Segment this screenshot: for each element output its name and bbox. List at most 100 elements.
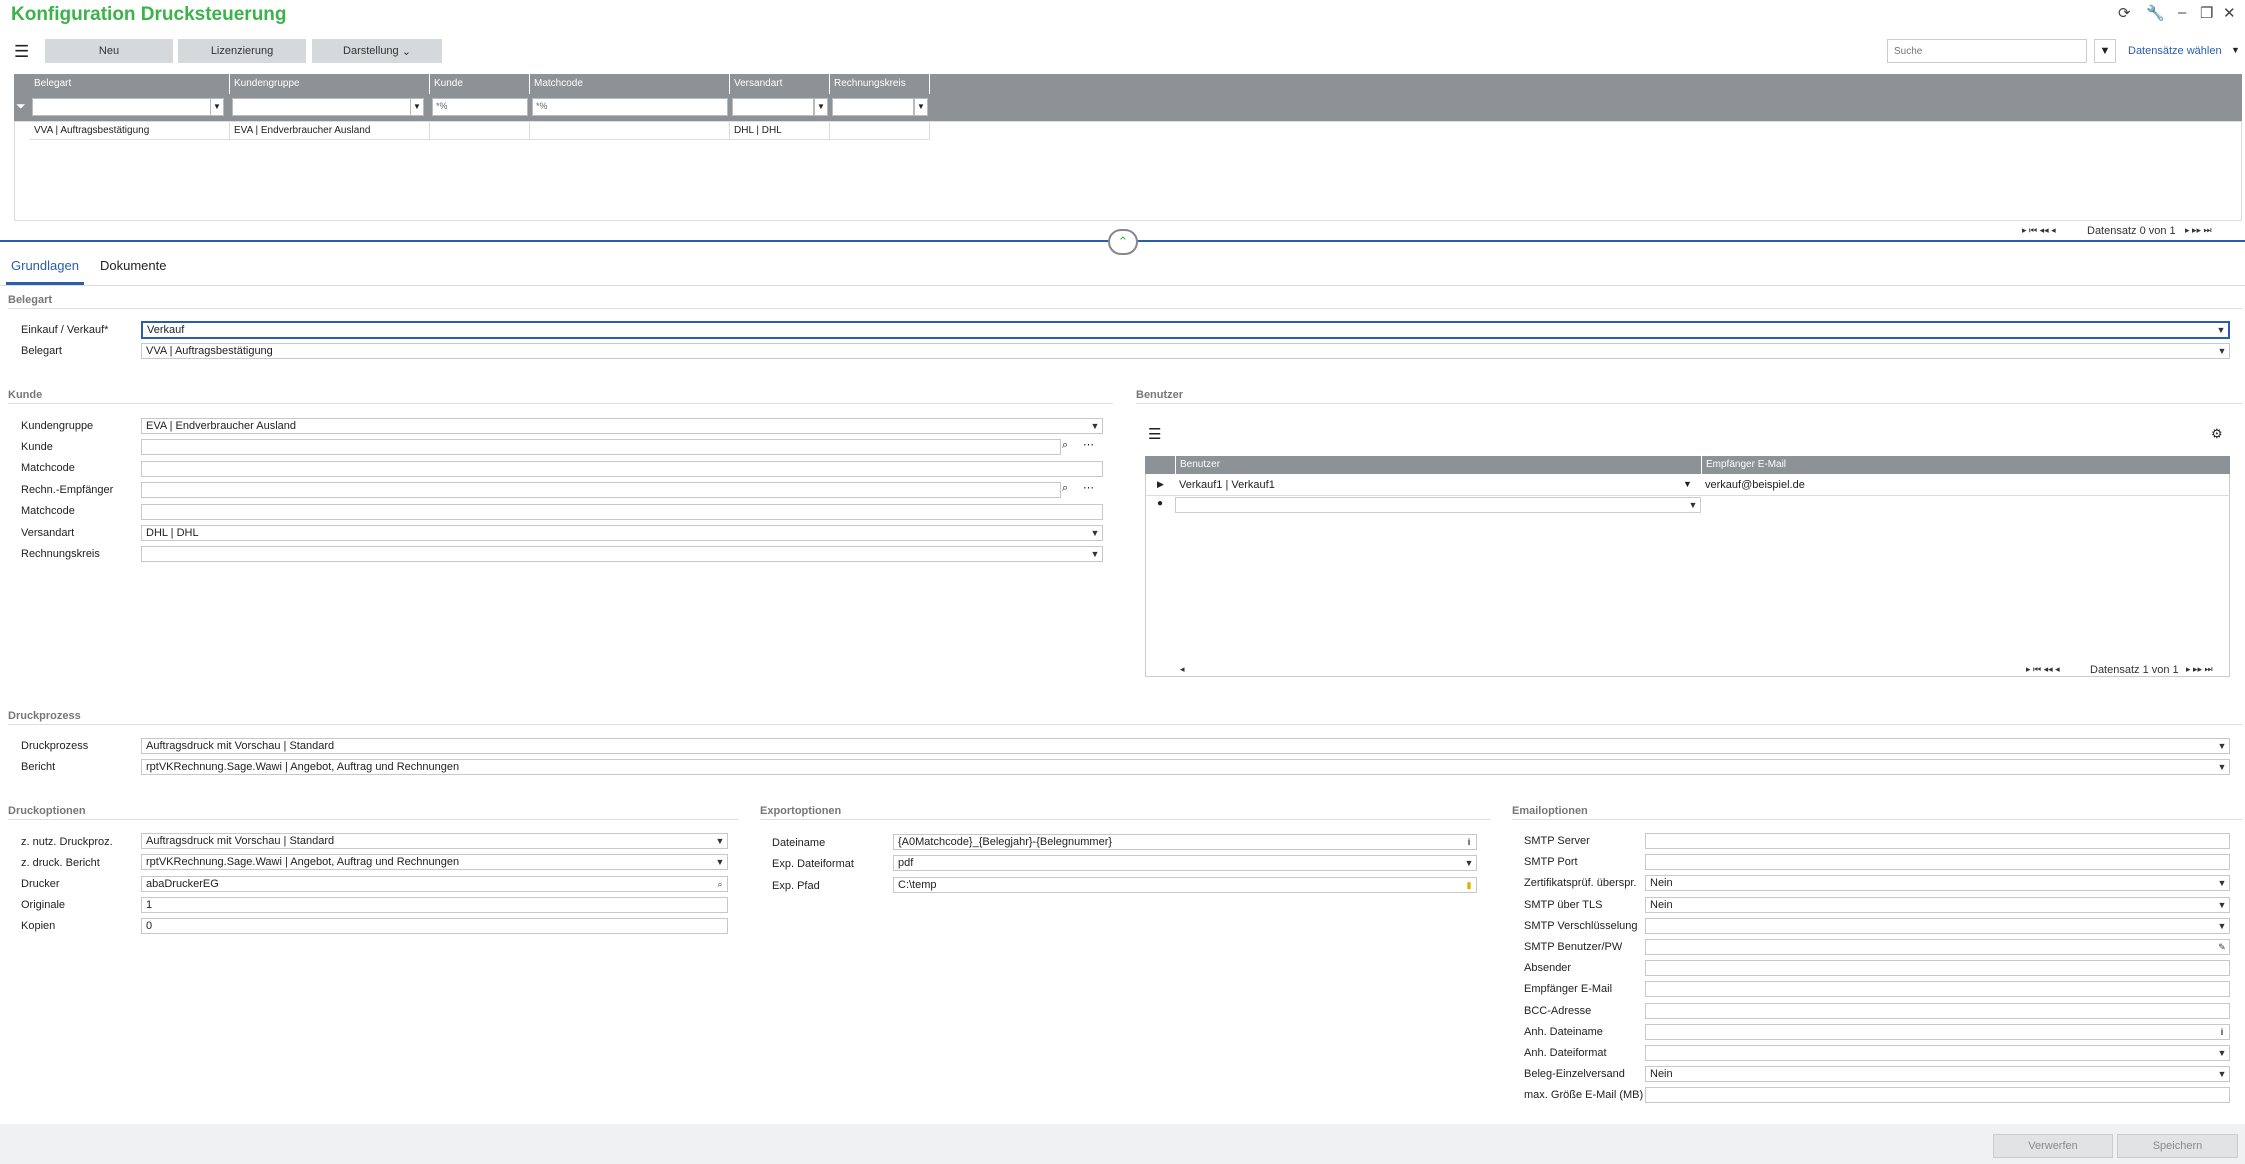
dropdown-arrow-icon[interactable]: ▼ <box>1687 499 1699 511</box>
druckproz-select[interactable]: Auftragsdruck mit Vorschau | Standard ▼ <box>141 833 728 849</box>
kunde-input[interactable] <box>141 439 1061 455</box>
darstellung-button[interactable]: Darstellung ⌄ <box>312 39 442 63</box>
minimize-icon[interactable]: – <box>2178 4 2186 21</box>
email-field-input[interactable] <box>1645 833 2230 849</box>
email-field-input[interactable]: ✎ <box>1645 939 2230 955</box>
versandart-select[interactable]: DHL | DHL ▼ <box>141 525 1103 541</box>
new-row-benutzer[interactable]: ▼ <box>1175 497 1701 513</box>
gear-icon[interactable]: ⚙ <box>2211 426 2223 442</box>
kopien-input[interactable]: 0 <box>141 918 728 934</box>
search-icon[interactable]: ⌕ <box>1062 439 1068 452</box>
table-cell[interactable] <box>830 121 930 140</box>
email-field-input[interactable] <box>1645 1002 2230 1019</box>
dropdown-arrow-icon[interactable]: ▼ <box>2216 899 2228 911</box>
col-belegart[interactable]: Belegart <box>30 74 230 94</box>
col-empfaenger[interactable]: Empfänger E-Mail <box>1701 456 2230 474</box>
filter-dropdown-icon[interactable]: ▼ <box>410 98 424 116</box>
filter-icon[interactable]: ▼ <box>2094 39 2116 63</box>
col-kundengruppe[interactable]: Kundengruppe <box>230 74 430 94</box>
menu-icon[interactable]: ☰ <box>1148 425 1161 443</box>
filter-kunde[interactable]: *% <box>432 98 528 116</box>
email-field-input[interactable]: Nein ▼ <box>1645 1066 2230 1083</box>
info-icon[interactable]: i <box>2216 1026 2228 1038</box>
filter-matchcode[interactable]: *% <box>532 98 728 116</box>
pager-next-icon[interactable]: ▸ ▸▸ ⏭ <box>2186 664 2213 675</box>
filter-kundengruppe[interactable] <box>232 98 412 116</box>
table-cell[interactable]: verkauf@beispiel.de <box>1705 479 1805 491</box>
dropdown-arrow-icon[interactable]: ▼ <box>2216 345 2228 357</box>
email-field-input[interactable]: Nein ▼ <box>1645 875 2230 892</box>
dropdown-arrow-icon[interactable]: ▼ <box>2216 1068 2228 1080</box>
dropdown-arrow-icon[interactable]: ▼ <box>2216 877 2228 889</box>
filter-dropdown-icon[interactable]: ▼ <box>814 98 828 116</box>
dropdown-arrow-icon[interactable]: ▼ <box>1089 527 1101 539</box>
dropdown-arrow-icon[interactable]: ▼ <box>1089 548 1101 560</box>
druck-bericht-select[interactable]: rptVKRechnung.Sage.Wawi | Angebot, Auftr… <box>141 854 728 870</box>
dropdown-arrow-icon[interactable]: ▼ <box>2215 324 2227 336</box>
email-field-input[interactable] <box>1645 1087 2230 1104</box>
email-field-input[interactable]: ▼ <box>1645 917 2230 934</box>
rechnungskreis-select[interactable]: ▼ <box>141 546 1103 562</box>
scroll-left-icon[interactable]: ◂ <box>1180 664 1185 675</box>
belegart-select[interactable]: VVA | Auftragsbestätigung ▼ <box>141 343 2230 359</box>
search-icon[interactable]: ⌕ <box>714 878 726 890</box>
table-cell[interactable]: DHL | DHL <box>730 121 830 140</box>
lizenzierung-button[interactable]: Lizenzierung <box>178 39 306 63</box>
dropdown-arrow-icon[interactable]: ▼ <box>2216 740 2228 752</box>
email-field-input[interactable]: i <box>1645 1023 2230 1040</box>
email-field-input[interactable] <box>1645 981 2230 998</box>
menu-icon[interactable]: ☰ <box>14 42 29 62</box>
search-icon[interactable]: ⌕ <box>1062 482 1068 495</box>
dateiname-input[interactable]: {A0Matchcode}_{Belegjahr}-{Belegnummer} i <box>893 834 1477 850</box>
druckprozess-select[interactable]: Auftragsdruck mit Vorschau | Standard ▼ <box>141 738 2230 754</box>
caret-down-icon[interactable]: ▼ <box>2231 45 2240 55</box>
table-cell[interactable] <box>430 121 530 140</box>
drucker-input[interactable]: abaDruckerEG ⌕ <box>141 876 728 892</box>
table-cell[interactable]: EVA | Endverbraucher Ausland <box>230 121 430 140</box>
neu-button[interactable]: Neu <box>45 39 173 63</box>
speichern-button[interactable]: Speichern <box>2117 1134 2238 1158</box>
dropdown-arrow-icon[interactable]: ▼ <box>1463 857 1475 869</box>
email-field-input[interactable] <box>1645 854 2230 871</box>
dateiformat-select[interactable]: pdf ▼ <box>893 855 1477 871</box>
tab-dokumente[interactable]: Dokumente <box>100 258 166 273</box>
dropdown-arrow-icon[interactable]: ▼ <box>2216 920 2228 932</box>
collapse-icon[interactable]: ⌃ <box>1108 229 1138 255</box>
originale-input[interactable]: 1 <box>141 897 728 913</box>
filter-belegart[interactable] <box>32 98 212 116</box>
einkauf-verkauf-select[interactable]: Verkauf ▼ <box>141 321 2230 339</box>
pager-nav-icon[interactable]: ▸ ⏮ ◂◂ ◂ <box>2022 225 2056 236</box>
rechn-empfaenger-input[interactable] <box>141 482 1061 498</box>
verwerfen-button[interactable]: Verwerfen <box>1993 1134 2113 1158</box>
matchcode-input[interactable] <box>141 461 1103 477</box>
search-input[interactable] <box>1887 39 2087 63</box>
table-cell[interactable]: VVA | Auftragsbestätigung <box>30 121 230 140</box>
datensaetze-waehlen-link[interactable]: Datensätze wählen <box>2128 45 2222 57</box>
col-versandart[interactable]: Versandart <box>730 74 830 94</box>
table-cell[interactable]: Verkauf1 | Verkauf1 <box>1179 479 1275 491</box>
dropdown-arrow-icon[interactable]: ▼ <box>1089 420 1101 432</box>
filter-dropdown-icon[interactable]: ▼ <box>210 98 224 116</box>
dropdown-arrow-icon[interactable]: ▼ <box>714 835 726 847</box>
table-cell[interactable] <box>530 121 730 140</box>
col-rechnungskreis[interactable]: Rechnungskreis <box>830 74 930 94</box>
exp-pfad-input[interactable]: C:\temp ▮ <box>893 877 1477 893</box>
email-field-input[interactable]: Nein ▼ <box>1645 896 2230 913</box>
dropdown-arrow-icon[interactable]: ▼ <box>2216 1047 2228 1059</box>
filter-dropdown-icon[interactable]: ▼ <box>914 98 928 116</box>
close-icon[interactable]: ✕ <box>2223 4 2236 22</box>
more-icon[interactable]: ⋯ <box>1083 438 1094 451</box>
info-icon[interactable]: i <box>1463 836 1475 848</box>
pager-next-icon[interactable]: ▸ ▸▸ ⏭ <box>2185 225 2212 236</box>
col-kunde[interactable]: Kunde <box>430 74 530 94</box>
dropdown-arrow-icon[interactable]: ▼ <box>714 856 726 868</box>
edit-icon[interactable]: ✎ <box>2216 941 2228 953</box>
kundengruppe-select[interactable]: EVA | Endverbraucher Ausland ▼ <box>141 418 1103 434</box>
email-field-input[interactable]: ▼ <box>1645 1045 2230 1061</box>
dropdown-arrow-icon[interactable]: ▼ <box>2216 761 2228 773</box>
more-icon[interactable]: ⋯ <box>1083 481 1094 494</box>
col-benutzer[interactable]: Benutzer <box>1175 456 1701 474</box>
col-matchcode[interactable]: Matchcode <box>530 74 730 94</box>
wrench-icon[interactable]: 🔧 <box>2146 4 2165 22</box>
pager-nav-icon[interactable]: ▸ ⏮ ◂◂ ◂ <box>2026 664 2060 675</box>
